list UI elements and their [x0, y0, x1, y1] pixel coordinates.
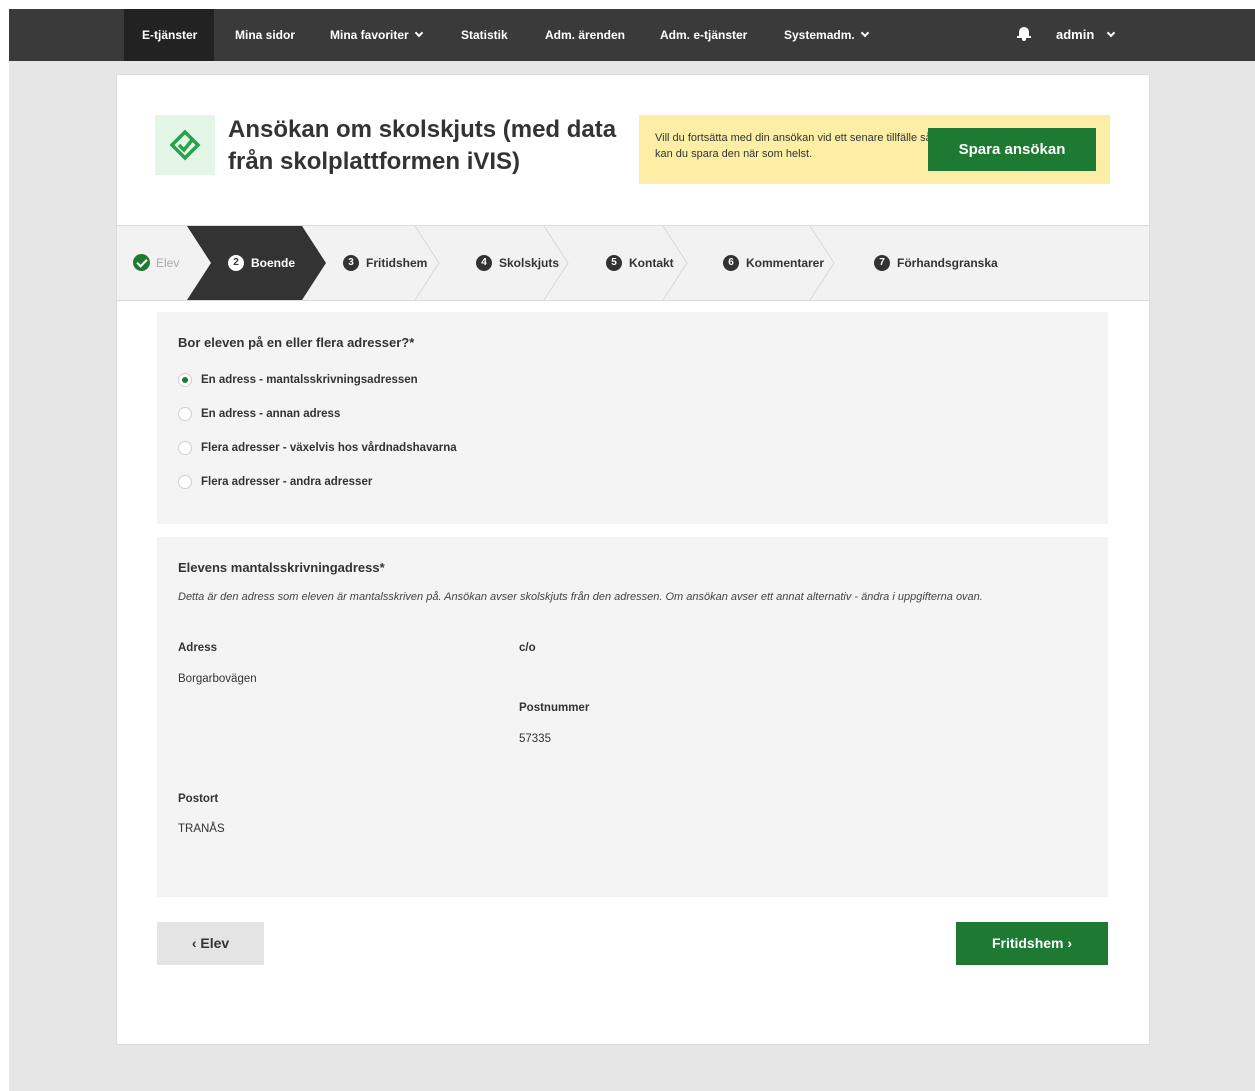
user-menu[interactable]: admin — [1056, 9, 1116, 61]
postnummer-value: 57335 — [519, 733, 551, 745]
step-skolskjuts[interactable]: 4 Skolskjuts — [476, 226, 559, 300]
step-kommentarer[interactable]: 6 Kommentarer — [723, 226, 824, 300]
step-label: Kommentarer — [746, 256, 825, 270]
step-kontakt[interactable]: 5 Kontakt — [606, 226, 674, 300]
step-elev[interactable]: Elev — [133, 226, 179, 300]
co-label: c/o — [519, 642, 536, 654]
chevron-down-icon — [860, 28, 869, 38]
nav-systemadm[interactable]: Systemadm. — [784, 9, 869, 61]
previous-step-button[interactable]: ‹ Elev — [157, 922, 264, 965]
address-value: Borgarbovägen — [178, 673, 257, 685]
address-label: Adress — [178, 642, 217, 654]
check-circle-icon — [133, 254, 150, 272]
diamond-check-icon — [169, 129, 201, 161]
nav-adm-arenden[interactable]: Adm. ärenden — [545, 9, 625, 61]
step-number: 6 — [723, 254, 739, 271]
nav-e-tjanster[interactable]: E-tjänster — [124, 9, 214, 61]
address-description: Detta är den adress som eleven är mantal… — [178, 591, 983, 603]
nav-label: Statistik — [461, 28, 508, 42]
question-title: Bor eleven på en eller flera adresser?* — [178, 335, 415, 350]
step-number: 2 — [228, 254, 244, 271]
step-number: 4 — [476, 254, 492, 271]
step-label: Skolskjuts — [499, 256, 560, 270]
residence-question-section: Bor eleven på en eller flera adresser?* … — [157, 312, 1108, 524]
radio-button[interactable] — [178, 441, 192, 455]
radio-label: Flera adresser - växelvis hos vårdnadsha… — [201, 442, 457, 454]
service-logo — [155, 115, 215, 175]
save-notice: Vill du fortsätta med din ansökan vid et… — [639, 115, 1110, 184]
step-navigation: Elev 2 Boende 3 Fritidshem 4 Skolskjuts 5 Ko… — [117, 225, 1149, 301]
step-label: Förhandsgranska — [897, 256, 998, 270]
nav-label: Adm. e-tjänster — [660, 28, 748, 42]
nav-mina-sidor[interactable]: Mina sidor — [235, 9, 295, 61]
chevron-down-icon — [1107, 28, 1116, 38]
postort-value: TRANÅS — [178, 823, 225, 835]
radio-label: En adress - mantalsskrivningsadressen — [201, 374, 418, 386]
step-label: Elev — [156, 256, 180, 270]
next-step-button[interactable]: Fritidshem › — [956, 922, 1108, 965]
step-number: 7 — [874, 254, 890, 271]
bell-icon[interactable] — [1017, 27, 1031, 41]
save-application-button[interactable]: Spara ansökan — [928, 128, 1096, 171]
step-number: 5 — [606, 254, 622, 271]
top-navigation: E-tjänster Mina sidor Mina favoriter Sta… — [9, 9, 1255, 61]
user-name: admin — [1056, 27, 1095, 42]
step-forhandsgranska[interactable]: 7 Förhandsgranska — [874, 226, 998, 300]
nav-label: Systemadm. — [784, 28, 855, 42]
step-number: 3 — [343, 254, 359, 271]
page-title: Ansökan om skolskjuts (med data från sko… — [228, 116, 617, 175]
nav-adm-e-tjanster[interactable]: Adm. e-tjänster — [660, 9, 747, 61]
radio-button-selected[interactable] — [178, 373, 192, 387]
nav-label: Mina favoriter — [330, 28, 409, 42]
step-boende[interactable]: 2 Boende — [228, 226, 295, 300]
postort-label: Postort — [178, 793, 219, 805]
nav-statistik[interactable]: Statistik — [461, 9, 508, 61]
save-notice-text: Vill du fortsätta med din ansökan vid et… — [655, 132, 932, 160]
nav-label: Mina sidor — [235, 28, 296, 42]
address-title: Elevens mantalsskrivningadress* — [178, 560, 385, 575]
radio-label: Flera adresser - andra adresser — [201, 476, 373, 488]
radio-label: En adress - annan adress — [201, 408, 341, 420]
nav-label: Adm. ärenden — [545, 28, 626, 42]
nav-label: E-tjänster — [142, 28, 198, 42]
step-label: Kontakt — [629, 256, 674, 270]
address-section: Elevens mantalsskrivningadress* Detta är… — [157, 537, 1108, 897]
step-label: Fritidshem — [366, 256, 428, 270]
radio-button[interactable] — [178, 475, 192, 489]
step-fritidshem[interactable]: 3 Fritidshem — [343, 226, 427, 300]
step-label: Boende — [251, 256, 296, 270]
postnummer-label: Postnummer — [519, 702, 590, 714]
radio-button[interactable] — [178, 407, 192, 421]
chevron-down-icon — [414, 28, 423, 38]
nav-mina-favoriter[interactable]: Mina favoriter — [330, 9, 423, 61]
